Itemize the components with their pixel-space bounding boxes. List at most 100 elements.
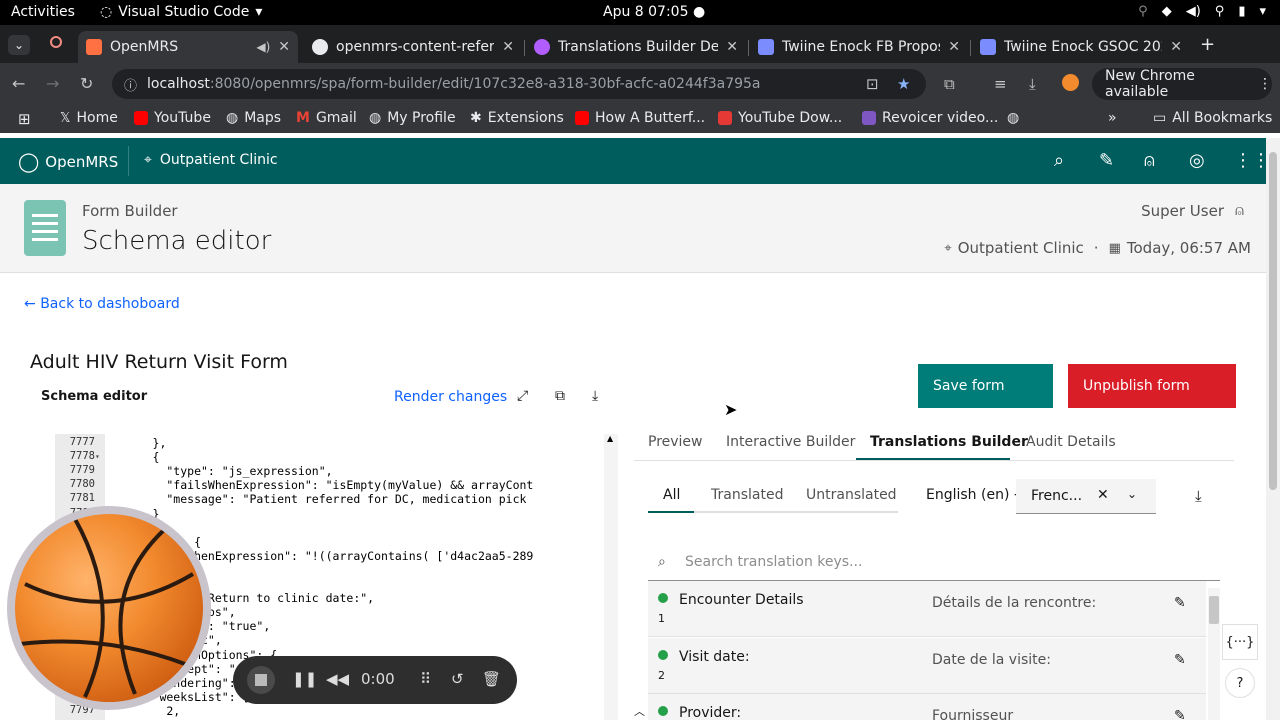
filter-all[interactable]: All — [663, 487, 680, 503]
unpublish-form-button[interactable]: Unpublish form — [1068, 364, 1236, 408]
activities-button[interactable]: Activities — [11, 4, 75, 20]
chevron-down-icon[interactable]: ⌄ — [1127, 487, 1137, 501]
app-menu[interactable]: ◌ Visual Studio Code ▾ — [100, 4, 262, 20]
tools-icon[interactable]: ✎ — [1099, 150, 1114, 171]
status-dot-icon — [658, 593, 668, 603]
tab-gsoc-2025[interactable]: Twiine Enock GSOC 2025 ✕ — [972, 31, 1190, 63]
rewind-icon[interactable]: ◀◀ — [326, 670, 349, 688]
reading-list-icon[interactable]: ≡ — [994, 75, 1007, 93]
render-changes-button[interactable]: Render changes — [394, 389, 507, 405]
edit-pencil-icon[interactable]: ✎ — [1174, 708, 1186, 720]
audio-playing-icon[interactable]: ◀) — [256, 40, 270, 54]
webcam-overlay[interactable] — [7, 506, 211, 710]
bookmark-youtube[interactable]: YouTube — [134, 110, 211, 126]
close-tab-icon[interactable]: ✕ — [1170, 39, 1182, 55]
scroll-up-icon[interactable]: ▲ — [607, 434, 613, 443]
tab-audit-details[interactable]: Audit Details — [1026, 434, 1116, 450]
new-tab-icon[interactable]: + — [1200, 34, 1215, 55]
more-bookmarks-icon[interactable]: » — [1108, 110, 1117, 126]
tab-search-chevron-icon[interactable]: ⌄ — [8, 35, 30, 55]
close-tab-icon[interactable]: ✕ — [948, 39, 960, 55]
all-bookmarks[interactable]: ▭ All Bookmarks — [1153, 110, 1272, 126]
user-avatar-icon[interactable]: ◎ — [1189, 150, 1205, 171]
header-meta: ⌖ Outpatient Clinic · ▦ Today, 06:57 AM — [944, 239, 1251, 257]
collapse-panel-icon[interactable]: ︿ — [634, 703, 645, 719]
translations-scrollbar[interactable] — [1208, 588, 1220, 720]
bookmark-star-icon[interactable]: ★ — [897, 75, 910, 93]
filter-underline — [648, 511, 898, 513]
page-scrollbar[interactable] — [1266, 138, 1280, 720]
bookmark-butterfly[interactable]: How A Butterf... — [575, 110, 705, 126]
clear-selection-icon[interactable]: ✕ — [1097, 487, 1109, 503]
new-chrome-label: New Chrome available — [1105, 68, 1195, 100]
bookmark-my-profile[interactable]: ◍ My Profile — [369, 110, 456, 126]
app-switcher-grid-icon[interactable]: ⋮⋮ — [1234, 150, 1270, 171]
download-icon[interactable]: ⤓ — [592, 388, 598, 404]
openmrs-logo[interactable]: ◯ OpenMRS — [18, 151, 118, 173]
close-tab-icon[interactable]: ✕ — [726, 39, 738, 55]
reload-icon[interactable]: ↻ — [80, 74, 93, 93]
filter-translated[interactable]: Translated — [711, 487, 783, 503]
search-input[interactable]: Search translation keys... — [685, 554, 862, 570]
drag-handle-icon[interactable]: ⠿ — [420, 670, 431, 688]
bookmark-globe[interactable]: ◍ — [1007, 110, 1019, 126]
restart-icon[interactable]: ↺ — [451, 670, 464, 688]
back-link-label: Back to dashoboard — [40, 296, 180, 312]
filter-untranslated[interactable]: Untranslated — [806, 487, 897, 503]
scrollbar-thumb[interactable] — [1209, 596, 1219, 624]
stop-recording-button[interactable] — [247, 666, 275, 694]
tab-fb-proposal[interactable]: Twiine Enock FB Proposa ✕ — [750, 31, 968, 63]
tab-openmrs[interactable]: OpenMRS ◀) ✕ — [78, 31, 298, 63]
copy-icon[interactable]: ⧉ — [555, 388, 565, 404]
install-app-icon[interactable]: ⊡ — [866, 75, 879, 93]
tab-openmrs-content-reference[interactable]: openmrs-content-refere ✕ — [304, 31, 522, 63]
download-translations-icon[interactable]: ⤓ — [1195, 487, 1202, 505]
bookmark-extensions[interactable]: ✱ Extensions — [470, 110, 564, 126]
search-icon[interactable]: ⌕ — [1054, 150, 1064, 171]
tab-translations-builder[interactable]: Translations Builder — [870, 434, 1028, 450]
x-logo-icon: 𝕏 — [60, 110, 71, 126]
bookmark-youtube-downloader[interactable]: YouTube Dow... — [718, 110, 842, 126]
edit-pencil-icon[interactable]: ✎ — [1174, 595, 1186, 611]
download-icon[interactable]: ⤓ — [1029, 75, 1036, 93]
tab-preview[interactable]: Preview — [648, 434, 703, 450]
save-form-button[interactable]: Save form — [918, 364, 1053, 408]
builder-tabs: Preview Interactive Builder Translations… — [634, 426, 1234, 461]
tab-separator — [524, 40, 525, 56]
bookmark-maps[interactable]: ◍ Maps — [226, 110, 281, 126]
scrollbar-thumb[interactable] — [1269, 152, 1277, 490]
target-language-select[interactable]: Frenc... ✕ ⌄ — [1016, 479, 1156, 514]
clock[interactable]: Apu 8 07:05 ● — [603, 4, 705, 20]
edit-pencil-icon[interactable]: ✎ — [1174, 652, 1186, 668]
code-view-button[interactable]: {···} — [1222, 624, 1258, 660]
system-tray[interactable]: ⚲ ◆ ◀) ⚲ ▮ ▾ — [1138, 4, 1266, 19]
delete-icon[interactable]: 🗑 — [482, 670, 501, 688]
fold-arrow-icon[interactable]: ▾ — [95, 452, 100, 461]
translation-search[interactable]: ⌕ Search translation keys... — [648, 543, 1220, 581]
close-tab-icon[interactable]: ✕ — [278, 39, 290, 55]
editor-scrollbar[interactable]: ▲ — [604, 434, 618, 720]
close-tab-icon[interactable]: ✕ — [502, 39, 514, 55]
forward-arrow-icon[interactable]: → — [46, 74, 59, 93]
location-selector[interactable]: ⌖ Outpatient Clinic — [144, 152, 278, 168]
bookmark-home[interactable]: 𝕏 Home — [60, 110, 118, 126]
github-favicon-icon — [312, 39, 328, 55]
site-info-icon[interactable]: ⓘ — [124, 75, 137, 94]
apps-grid-icon[interactable]: ⊞ — [18, 110, 31, 128]
back-to-dashboard-link[interactable]: ← Back to dashoboard — [24, 296, 180, 312]
back-arrow-icon[interactable]: ← — [12, 74, 25, 93]
pause-icon[interactable]: ❚❚ — [292, 670, 317, 688]
new-chrome-available-button[interactable]: New Chrome available ⋮ — [1092, 68, 1272, 100]
search-icon: ⌕ — [658, 554, 666, 570]
tab-translations-builder-demo[interactable]: Translations Builder Den ✕ — [526, 31, 746, 63]
add-patient-icon[interactable]: ⍝ — [1144, 150, 1155, 171]
bookmark-gmail[interactable]: M Gmail — [296, 110, 357, 126]
maximize-icon[interactable]: ⤢ — [517, 388, 528, 404]
help-button[interactable]: ? — [1225, 668, 1255, 698]
extensions-puzzle-icon[interactable]: ⧉ — [944, 75, 955, 93]
tab-interactive-builder[interactable]: Interactive Builder — [726, 434, 855, 450]
globe-icon: ◍ — [1007, 110, 1020, 126]
profile-basketball-icon[interactable] — [1062, 74, 1079, 91]
address-bar[interactable]: ⓘ localhost:8080/openmrs/spa/form-builde… — [112, 69, 926, 99]
bookmark-revoicer[interactable]: Revoicer video... — [862, 110, 998, 126]
